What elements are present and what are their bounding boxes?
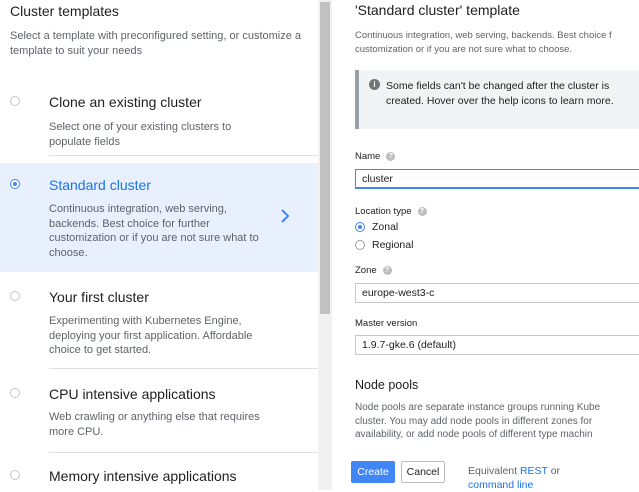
template-radio[interactable] xyxy=(10,179,20,189)
help-icon[interactable]: ? xyxy=(382,265,392,275)
template-title: Your first cluster xyxy=(49,289,149,305)
template-title: Memory intensive applications xyxy=(49,468,237,484)
template-title: Clone an existing cluster xyxy=(49,94,202,110)
location-option-label: Regional xyxy=(372,239,414,251)
help-icon[interactable]: ? xyxy=(386,151,396,161)
create-button[interactable]: Create xyxy=(351,461,395,483)
template-memory-intensive[interactable]: Memory intensive applications xyxy=(0,453,318,490)
template-cpu-intensive[interactable]: CPU intensive applications Web crawling … xyxy=(0,369,318,453)
location-option-label: Zonal xyxy=(372,221,399,233)
form-title: 'Standard cluster' template xyxy=(355,2,520,18)
node-pools-line: availability, or add node pools of diffe… xyxy=(355,429,593,440)
zone-select[interactable]: europe-west3-c xyxy=(355,283,639,303)
command-line-link[interactable]: command line xyxy=(468,479,533,491)
node-pools-description: Node pools are separate instance groups … xyxy=(355,401,639,442)
panel-subtitle: Select a template with preconfigured set… xyxy=(10,30,302,57)
info-text: Some fields can't be changed after the c… xyxy=(386,80,614,107)
equivalent-links: Equivalent REST or command line xyxy=(468,464,588,492)
name-field[interactable]: cluster xyxy=(355,169,639,189)
zone-label-text: Zone xyxy=(355,265,377,276)
node-pools-line: Node pools are separate instance groups … xyxy=(355,402,601,413)
template-radio[interactable] xyxy=(10,291,20,301)
radio-zonal[interactable] xyxy=(355,222,365,233)
form-subtitle-line: Continuous integration, web serving, bac… xyxy=(355,30,612,41)
template-radio[interactable] xyxy=(10,470,20,480)
master-version-select[interactable]: 1.9.7-gke.6 (default) xyxy=(355,335,639,355)
form-footer: Create Cancel Equivalent REST or command… xyxy=(332,446,639,492)
location-option-zonal[interactable]: Zonal xyxy=(355,221,398,233)
radio-regional[interactable] xyxy=(355,240,365,251)
divider xyxy=(49,155,318,156)
template-description: Select one of your existing clusters to … xyxy=(49,121,232,148)
chevron-right-icon[interactable] xyxy=(279,209,291,223)
info-banner: i Some fields can't be changed after the… xyxy=(355,70,639,129)
template-clone-existing[interactable]: Clone an existing cluster Select one of … xyxy=(0,76,318,156)
location-type-label-text: Location type xyxy=(355,206,412,217)
master-version-label: Master version xyxy=(355,318,418,329)
template-description: Web crawling or anything else that requi… xyxy=(49,411,260,438)
node-pools-line: cluster. You may add node pools in diffe… xyxy=(355,415,593,427)
rest-link[interactable]: REST xyxy=(520,465,548,477)
zone-label: Zone? xyxy=(355,265,392,276)
equivalent-text: Equivalent xyxy=(468,465,518,477)
name-label: Name? xyxy=(355,151,396,162)
template-your-first-cluster[interactable]: Your first cluster Experimenting with Ku… xyxy=(0,272,318,369)
node-pools-title: Node pools xyxy=(355,378,419,392)
template-title: CPU intensive applications xyxy=(49,386,216,402)
template-title: Standard cluster xyxy=(49,177,151,193)
template-form-panel: 'Standard cluster' template Continuous i… xyxy=(332,0,639,490)
template-radio[interactable] xyxy=(10,388,20,398)
name-label-text: Name xyxy=(355,151,381,162)
template-description: Continuous integration, web serving, bac… xyxy=(49,203,259,259)
info-icon: i xyxy=(369,79,380,90)
form-subtitle-line: customization or if you are not sure wha… xyxy=(355,44,573,55)
panel-title: Cluster templates xyxy=(10,3,119,19)
help-icon[interactable]: ? xyxy=(417,206,427,216)
form-subtitle: Continuous integration, web serving, bac… xyxy=(355,29,639,57)
scrollbar-thumb[interactable] xyxy=(320,2,330,314)
or-text: or xyxy=(550,465,561,477)
template-standard-cluster[interactable]: Standard cluster Continuous integration,… xyxy=(0,163,318,272)
template-list-panel: Cluster templates Select a template with… xyxy=(0,0,318,490)
template-radio[interactable] xyxy=(10,96,20,106)
location-option-regional[interactable]: Regional xyxy=(355,239,413,251)
template-description: Experimenting with Kubernetes Engine, de… xyxy=(49,315,253,356)
location-type-label: Location type? xyxy=(355,206,427,217)
cancel-button[interactable]: Cancel xyxy=(401,461,445,483)
